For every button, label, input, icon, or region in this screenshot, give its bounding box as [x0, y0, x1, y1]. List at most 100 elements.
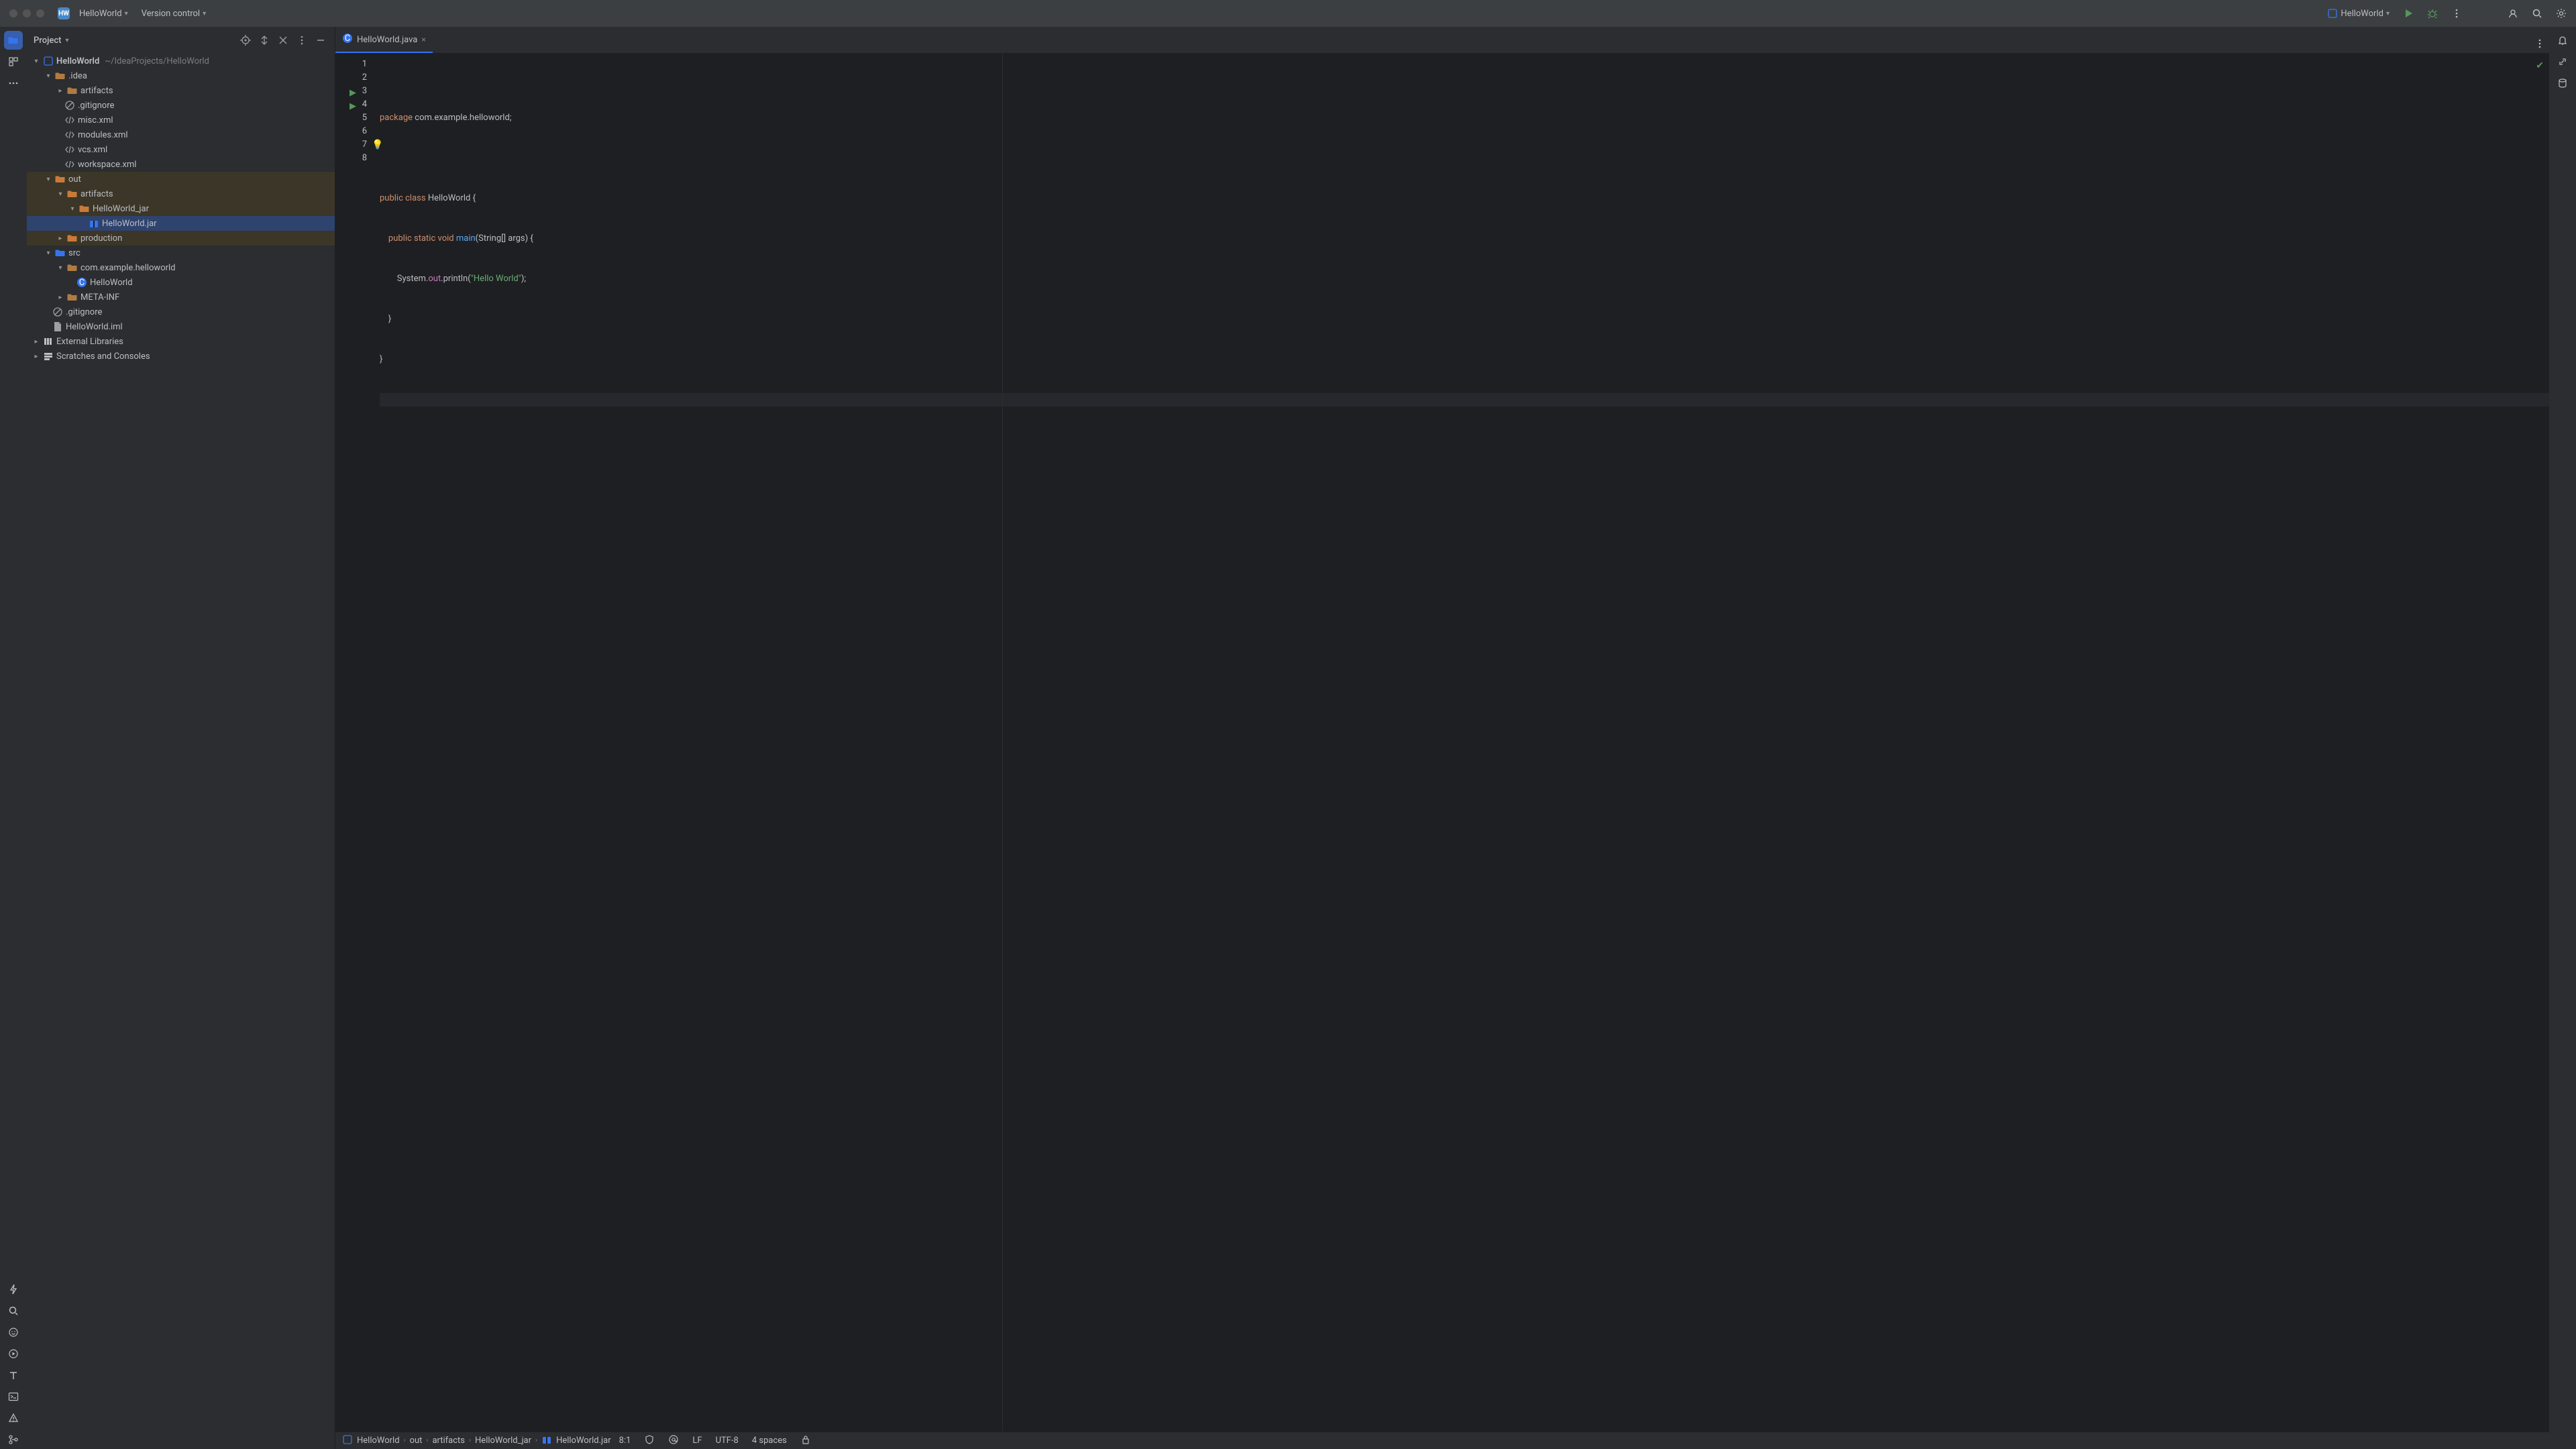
crumb[interactable]: HelloWorld.jar: [556, 1436, 611, 1446]
tree-row-project-root[interactable]: ▾HelloWorld~/IdeaProjects/HelloWorld: [27, 54, 335, 68]
find-tool-button[interactable]: [4, 1301, 23, 1320]
titlebar: HW HelloWorld ▾ Version control ▾ HelloW…: [0, 0, 2576, 27]
tree-row-gitignore-root[interactable]: .gitignore: [27, 305, 335, 319]
tree-row-production[interactable]: ▸production: [27, 231, 335, 246]
code-area[interactable]: ✔ package com.example.helloworld; public…: [372, 54, 2549, 1432]
problems-tool-button[interactable]: [4, 1409, 23, 1428]
tree-row-artifacts-idea[interactable]: ▸ artifacts: [27, 83, 335, 98]
attached-tool-button[interactable]: [2553, 52, 2572, 71]
tree-row-metainf[interactable]: ▸META-INF: [27, 290, 335, 305]
tree-row-class[interactable]: HelloWorld: [27, 275, 335, 290]
settings-button[interactable]: [2552, 6, 2571, 21]
status-at-icon[interactable]: [668, 1434, 679, 1448]
expand-all-button[interactable]: [257, 33, 272, 48]
tree-row-gitignore-idea[interactable]: .gitignore: [27, 98, 335, 113]
editor-tabs-menu[interactable]: [2530, 34, 2549, 53]
search-everywhere-button[interactable]: [2528, 6, 2546, 21]
expand-arrow-icon[interactable]: ▸: [56, 87, 64, 95]
folder-icon: [67, 85, 78, 96]
structure-tool-button[interactable]: [4, 52, 23, 71]
run-tool-button[interactable]: [4, 1344, 23, 1363]
readonly-lock-icon[interactable]: [800, 1434, 811, 1448]
tab-helloworld-java[interactable]: HelloWorld.java ×: [335, 28, 433, 53]
tree-row-external-libs[interactable]: ▸ External Libraries: [27, 334, 335, 349]
tree-label: artifacts: [80, 189, 113, 199]
tree-row-hw-jar-dir[interactable]: ▾HelloWorld_jar: [27, 201, 335, 216]
crumb[interactable]: HelloWorld_jar: [475, 1436, 531, 1446]
services-tool-button[interactable]: [4, 1280, 23, 1299]
expand-arrow-icon[interactable]: ▾: [56, 191, 64, 198]
expand-arrow-icon[interactable]: ▸: [56, 235, 64, 242]
close-tab-icon[interactable]: ×: [421, 35, 425, 44]
editor[interactable]: 1 2 3▶ 4▶ 5 6 7 8 ✔ package com.example.…: [335, 54, 2549, 1432]
expand-arrow-icon[interactable]: ▾: [44, 72, 52, 80]
tree-row-hw-jar[interactable]: HelloWorld.jar: [27, 216, 335, 231]
run-config-selector[interactable]: HelloWorld ▾: [2323, 6, 2394, 21]
tree-row-src[interactable]: ▾src: [27, 246, 335, 260]
chevron-right-icon: ›: [404, 1437, 406, 1444]
expand-arrow-icon[interactable]: ▾: [44, 250, 52, 257]
project-tree[interactable]: ▾HelloWorld~/IdeaProjects/HelloWorld ▾.i…: [27, 54, 335, 1449]
crumb[interactable]: out: [410, 1436, 423, 1446]
code-with-me-button[interactable]: [2504, 6, 2522, 21]
terminal-tool-button[interactable]: [4, 1387, 23, 1406]
tree-row-workspace[interactable]: workspace.xml: [27, 157, 335, 172]
traffic-max[interactable]: [36, 9, 44, 17]
tree-row-scratches[interactable]: ▸Scratches and Consoles: [27, 349, 335, 364]
notifications-button[interactable]: [2553, 31, 2572, 50]
tree-label: artifacts: [80, 86, 113, 96]
caret-line: [380, 393, 2549, 407]
tree-row-iml[interactable]: HelloWorld.iml: [27, 319, 335, 334]
git-tool-button[interactable]: [4, 1430, 23, 1449]
tree-row-out[interactable]: ▾out: [27, 172, 335, 186]
expand-arrow-icon[interactable]: ▸: [56, 294, 64, 301]
tree-row-artifacts-out[interactable]: ▾ artifacts: [27, 186, 335, 201]
inspection-ok-icon[interactable]: ✔: [2536, 59, 2544, 72]
folder-icon: [55, 70, 66, 81]
folder-icon: [55, 174, 66, 184]
tree-row-misc[interactable]: misc.xml: [27, 113, 335, 127]
collapse-all-button[interactable]: [276, 33, 290, 48]
file-encoding[interactable]: UTF-8: [716, 1436, 739, 1446]
text-tool-button[interactable]: [4, 1366, 23, 1385]
tree-row-modules[interactable]: modules.xml: [27, 127, 335, 142]
expand-arrow-icon[interactable]: ▾: [56, 264, 64, 272]
tree-label: External Libraries: [56, 337, 123, 347]
expand-arrow-icon[interactable]: ▸: [32, 353, 40, 360]
right-toolbar: [2549, 27, 2576, 1449]
vcs-menu[interactable]: Version control ▾: [138, 7, 211, 21]
select-opened-file-button[interactable]: [238, 33, 253, 48]
debug-button[interactable]: [2423, 6, 2442, 21]
project-menu[interactable]: HelloWorld ▾: [75, 7, 132, 21]
tree-row-package[interactable]: ▾com.example.helloworld: [27, 260, 335, 275]
project-view-title[interactable]: Project: [34, 36, 61, 46]
archive-icon: [541, 1434, 552, 1448]
expand-arrow-icon[interactable]: ▾: [32, 58, 40, 65]
hide-tool-window[interactable]: [313, 33, 328, 48]
tree-row-idea[interactable]: ▾.idea: [27, 68, 335, 83]
window-controls: [5, 9, 48, 17]
gutter[interactable]: 1 2 3▶ 4▶ 5 6 7 8: [335, 54, 372, 1432]
caret-position[interactable]: 8:1: [619, 1436, 631, 1446]
status-shield-icon[interactable]: [644, 1434, 655, 1448]
expand-arrow-icon[interactable]: ▾: [44, 176, 52, 183]
expand-arrow-icon[interactable]: ▸: [32, 338, 40, 345]
more-run-actions[interactable]: [2447, 6, 2466, 21]
crumb[interactable]: HelloWorld: [357, 1436, 400, 1446]
more-tool-button[interactable]: [4, 74, 23, 93]
folder-icon: [67, 292, 78, 303]
chevron-down-icon[interactable]: ▾: [65, 37, 68, 44]
intention-bulb-icon[interactable]: 💡: [372, 138, 383, 152]
tree-row-vcs[interactable]: vcs.xml: [27, 142, 335, 157]
run-button[interactable]: [2399, 6, 2418, 21]
project-tool-button[interactable]: [4, 31, 23, 50]
expand-arrow-icon[interactable]: ▾: [68, 205, 76, 213]
database-tool-button[interactable]: [2553, 74, 2572, 93]
traffic-min[interactable]: [23, 9, 31, 17]
crumb[interactable]: artifacts: [432, 1436, 465, 1446]
emoji-tool-button[interactable]: [4, 1323, 23, 1342]
indent-config[interactable]: 4 spaces: [752, 1436, 787, 1446]
line-separator[interactable]: LF: [692, 1436, 702, 1446]
tool-window-options[interactable]: [294, 33, 309, 48]
tree-label: workspace.xml: [78, 160, 136, 170]
